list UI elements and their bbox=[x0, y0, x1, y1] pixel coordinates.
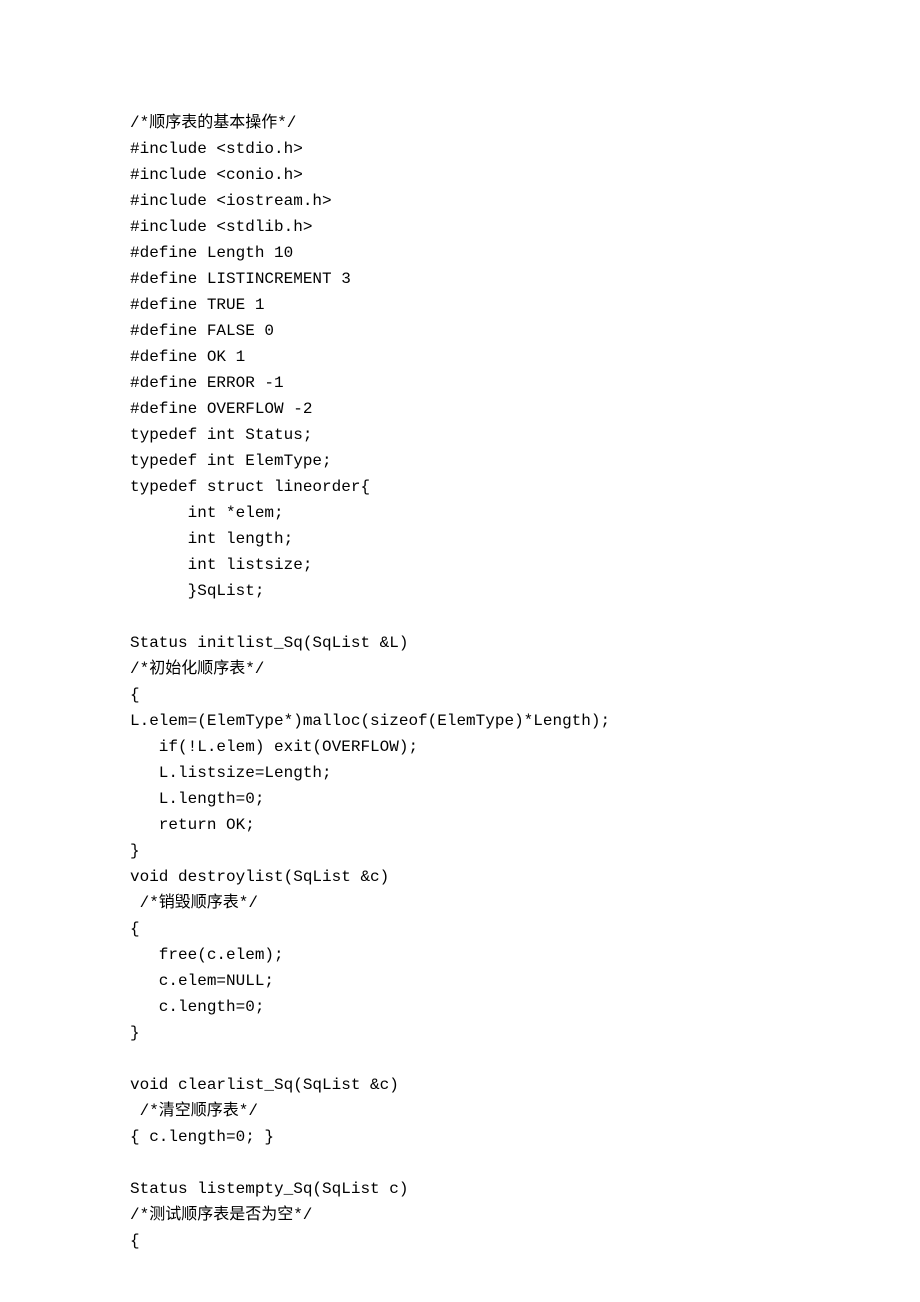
code-line: #define TRUE 1 bbox=[130, 292, 920, 318]
code-line: void clearlist_Sq(SqList &c) bbox=[130, 1072, 920, 1098]
code-line: #define LISTINCREMENT 3 bbox=[130, 266, 920, 292]
code-line bbox=[130, 1150, 920, 1176]
code-line: c.length=0; bbox=[130, 994, 920, 1020]
code-line: } bbox=[130, 838, 920, 864]
code-line: L.listsize=Length; bbox=[130, 760, 920, 786]
code-line: typedef struct lineorder{ bbox=[130, 474, 920, 500]
code-line: #define Length 10 bbox=[130, 240, 920, 266]
code-line: #define ERROR -1 bbox=[130, 370, 920, 396]
code-line: #include <conio.h> bbox=[130, 162, 920, 188]
code-line: /*顺序表的基本操作*/ bbox=[130, 110, 920, 136]
code-line: free(c.elem); bbox=[130, 942, 920, 968]
code-document: /*顺序表的基本操作*/#include <stdio.h>#include <… bbox=[0, 0, 920, 1254]
code-line: return OK; bbox=[130, 812, 920, 838]
code-line: { bbox=[130, 682, 920, 708]
code-line: void destroylist(SqList &c) bbox=[130, 864, 920, 890]
code-line: typedef int ElemType; bbox=[130, 448, 920, 474]
code-line: int listsize; bbox=[130, 552, 920, 578]
code-line: { bbox=[130, 916, 920, 942]
code-line: #define OVERFLOW -2 bbox=[130, 396, 920, 422]
code-line: { c.length=0; } bbox=[130, 1124, 920, 1150]
code-line: #define OK 1 bbox=[130, 344, 920, 370]
code-line: /*初始化顺序表*/ bbox=[130, 656, 920, 682]
code-line: int *elem; bbox=[130, 500, 920, 526]
code-line: Status initlist_Sq(SqList &L) bbox=[130, 630, 920, 656]
code-line: L.elem=(ElemType*)malloc(sizeof(ElemType… bbox=[130, 708, 920, 734]
code-line: #include <stdio.h> bbox=[130, 136, 920, 162]
code-line: { bbox=[130, 1228, 920, 1254]
code-line: c.elem=NULL; bbox=[130, 968, 920, 994]
code-line: typedef int Status; bbox=[130, 422, 920, 448]
code-line: /*测试顺序表是否为空*/ bbox=[130, 1202, 920, 1228]
code-line: L.length=0; bbox=[130, 786, 920, 812]
code-line: #define FALSE 0 bbox=[130, 318, 920, 344]
code-line: if(!L.elem) exit(OVERFLOW); bbox=[130, 734, 920, 760]
code-line bbox=[130, 1046, 920, 1072]
code-line: Status listempty_Sq(SqList c) bbox=[130, 1176, 920, 1202]
code-line: int length; bbox=[130, 526, 920, 552]
code-line: }SqList; bbox=[130, 578, 920, 604]
code-line: } bbox=[130, 1020, 920, 1046]
code-line bbox=[130, 604, 920, 630]
code-line: #include <iostream.h> bbox=[130, 188, 920, 214]
code-line: /*销毁顺序表*/ bbox=[130, 890, 920, 916]
code-line: #include <stdlib.h> bbox=[130, 214, 920, 240]
code-line: /*清空顺序表*/ bbox=[130, 1098, 920, 1124]
